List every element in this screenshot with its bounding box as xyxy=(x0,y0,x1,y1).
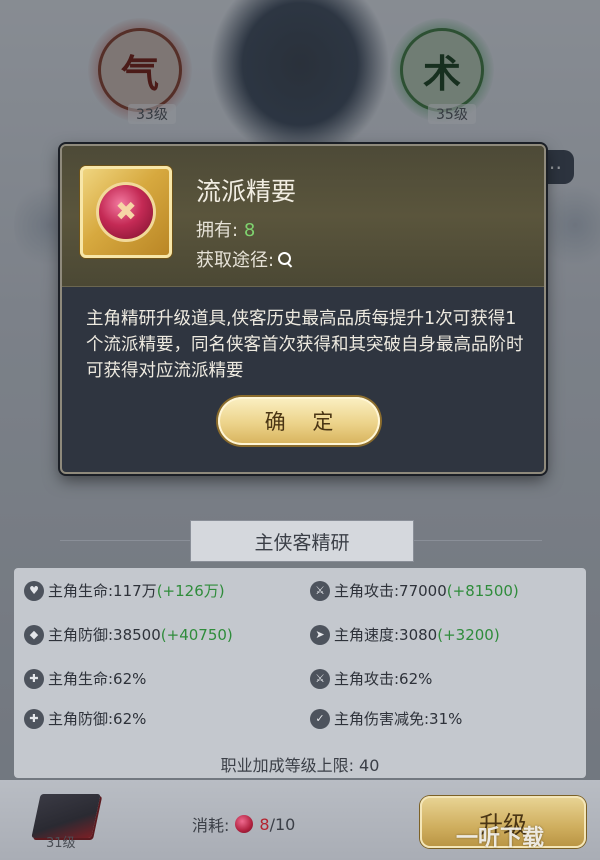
item-name: 流派精要 xyxy=(196,177,297,206)
stat-label: 主角生命:117万 xyxy=(48,582,157,600)
stat-bonus: (+3200) xyxy=(437,625,500,644)
stat-label: 主角伤害减免:31% xyxy=(334,710,463,728)
stat-bonus: (+40750) xyxy=(160,625,233,644)
stat-defense-percent: ✚ 主角防御:62% xyxy=(24,708,146,729)
crossed-swords-icon: ✖ xyxy=(99,185,153,239)
stat-label: 主角防御:38500 xyxy=(48,626,161,644)
stat-label: 主角攻击:77000 xyxy=(334,582,447,600)
stat-label: 主角攻击:62% xyxy=(334,670,433,688)
stat-bonus: (+81500) xyxy=(446,581,519,600)
item-description: 主角精研升级道具,侠客历史最高品质每提升1次可获得1个流派精要，同名侠客首次获得… xyxy=(86,309,524,381)
shield-icon: ◆ xyxy=(24,624,44,645)
sword-icon: ⚔ xyxy=(310,580,330,601)
owned-value: 8 xyxy=(243,220,256,241)
cost-have: 8 xyxy=(259,814,270,834)
owned-label: 拥有: xyxy=(196,220,239,241)
stat-hp: ♥ 主角生命:117万 (+126万) xyxy=(24,580,225,601)
source-row: 获取途径: xyxy=(196,246,292,272)
cost-need: /10 xyxy=(269,814,296,834)
title-divider-right xyxy=(412,540,542,541)
class-bonus-level-limit: 职业加成等级上限: 40 xyxy=(220,756,380,775)
section-title: 主侠客精研 xyxy=(190,520,414,562)
stat-label: 主角防御:62% xyxy=(48,710,147,728)
stat-damage-reduction: ✓ 主角伤害减免:31% xyxy=(310,708,462,729)
wing-icon: ➤ xyxy=(310,624,330,645)
sword-plus-icon: ⚔ xyxy=(310,668,330,689)
shield-plus-icon: ✚ xyxy=(24,708,44,729)
stat-attack: ⚔ 主角攻击:77000 (+81500) xyxy=(310,580,519,601)
essence-icon xyxy=(235,815,254,833)
shield-check-icon: ✓ xyxy=(310,708,330,729)
stat-label: 主角速度:3080 xyxy=(334,626,438,644)
stat-hp-percent: ✚ 主角生命:62% xyxy=(24,668,146,689)
search-icon[interactable] xyxy=(278,252,292,266)
cost-label: 消耗: xyxy=(192,816,230,835)
item-icon-frame: ✖ xyxy=(80,166,172,258)
heart-plus-icon: ✚ xyxy=(24,668,44,689)
stat-bonus: (+126万) xyxy=(156,582,225,600)
title-divider-left xyxy=(60,540,190,541)
stat-attack-percent: ⚔ 主角攻击:62% xyxy=(310,668,432,689)
stat-defense: ◆ 主角防御:38500 (+40750) xyxy=(24,624,233,645)
stat-speed: ➤ 主角速度:3080 (+3200) xyxy=(310,624,500,645)
item-info-popup: ✖ 流派精要 拥有: 8 获取途径: 主角精研升级道具,侠客历史最高品质每提升1… xyxy=(60,144,546,474)
book-level: 31级 xyxy=(46,836,76,851)
stat-label: 主角生命:62% xyxy=(48,670,147,688)
source-label: 获取途径: xyxy=(196,250,275,271)
confirm-button[interactable]: 确 定 xyxy=(218,397,380,445)
heart-icon: ♥ xyxy=(24,580,44,601)
watermark-logo: 一听下载 xyxy=(456,826,545,851)
cost-row: 消耗: 8 /10 xyxy=(192,812,295,836)
owned-row: 拥有: 8 xyxy=(196,216,255,242)
